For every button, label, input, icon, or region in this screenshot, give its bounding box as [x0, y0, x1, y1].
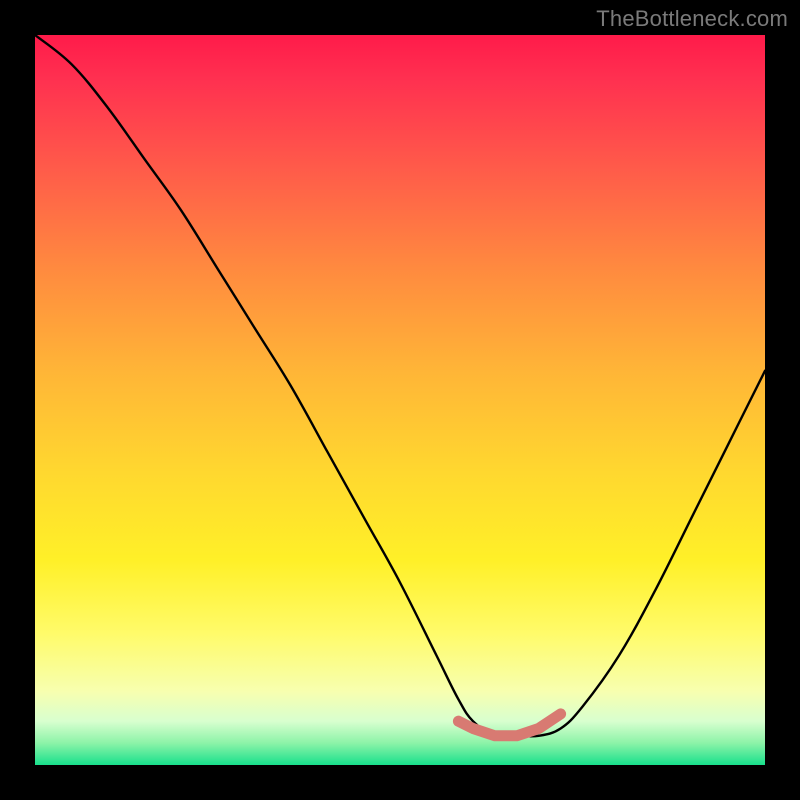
curve-svg — [35, 35, 765, 765]
bottleneck-curve-path — [35, 35, 765, 737]
plot-area — [35, 35, 765, 765]
chart-frame: TheBottleneck.com — [0, 0, 800, 800]
trough-marker — [458, 714, 560, 736]
watermark-text: TheBottleneck.com — [596, 6, 788, 32]
